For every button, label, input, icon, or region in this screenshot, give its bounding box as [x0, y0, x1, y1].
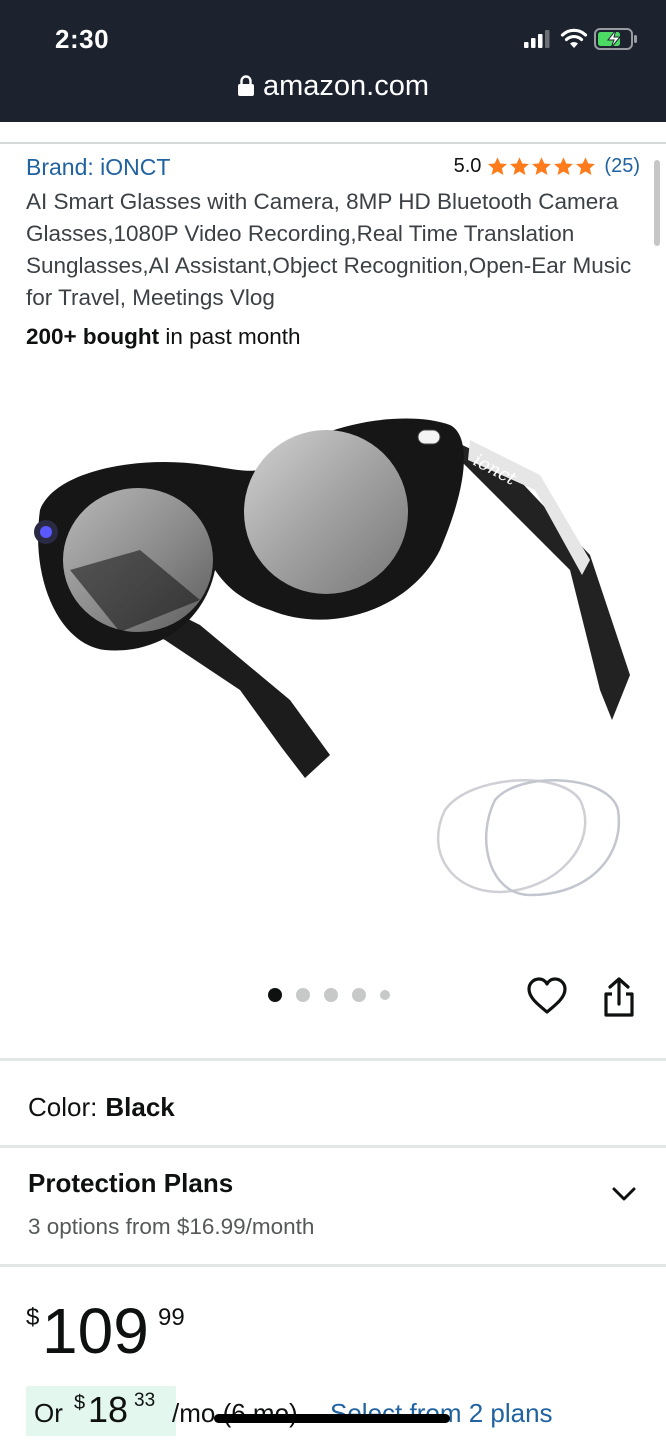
image-carousel-dots[interactable]	[268, 988, 390, 1002]
star-icon	[532, 157, 552, 175]
price-symbol: $	[26, 1304, 40, 1331]
star-icon	[554, 157, 574, 175]
product-title: AI Smart Glasses with Camera, 8MP HD Blu…	[26, 189, 632, 310]
heart-icon[interactable]	[526, 976, 568, 1016]
color-value: Black	[105, 1092, 175, 1122]
section-divider	[0, 1058, 666, 1061]
address-bar[interactable]: amazon.com	[0, 70, 666, 103]
product-image[interactable]: ionct	[0, 370, 666, 970]
header-divider	[0, 142, 666, 144]
carousel-dot[interactable]	[352, 988, 366, 1002]
browser-status-bar: 2:30 amazon.com	[0, 0, 666, 122]
section-divider	[0, 1145, 666, 1148]
protection-plans-subtitle: 3 options from $16.99/month	[28, 1214, 315, 1239]
star-rating	[487, 156, 596, 177]
wifi-icon	[560, 28, 588, 48]
star-icon	[510, 157, 530, 175]
signal-icon	[524, 30, 550, 48]
carousel-dot[interactable]	[268, 988, 282, 1002]
monthly-fraction: 33	[134, 1390, 156, 1411]
color-label: Color:	[28, 1092, 98, 1122]
monthly-payment-row: Or $ 18 33 /mo (6 mo) Select from 2 plan…	[26, 1386, 626, 1436]
monthly-symbol: $	[74, 1392, 86, 1414]
price-fraction: 99	[158, 1304, 185, 1331]
chevron-down-icon[interactable]	[610, 1180, 638, 1208]
review-count-link[interactable]: (25)	[604, 155, 640, 178]
url-text: amazon.com	[262, 70, 429, 102]
rating-value: 5.0	[453, 155, 482, 177]
price-whole: 109	[42, 1295, 149, 1367]
star-icon	[576, 157, 596, 175]
battery-charging-icon	[594, 28, 637, 50]
carousel-dot[interactable]	[324, 988, 338, 1002]
star-icon	[488, 157, 508, 175]
protection-plans-title[interactable]: Protection Plans	[28, 1168, 233, 1199]
home-indicator[interactable]	[214, 1414, 450, 1423]
status-time: 2:30	[55, 24, 110, 54]
color-selector[interactable]: Color: Black	[28, 1092, 175, 1123]
share-icon[interactable]	[602, 976, 636, 1018]
scrollbar[interactable]	[654, 160, 660, 246]
carousel-dot[interactable]	[296, 988, 310, 1002]
section-divider	[0, 1264, 666, 1267]
rating-row[interactable]: 5.0 (25)	[454, 155, 640, 178]
monthly-or: Or	[34, 1398, 63, 1428]
bought-count-bold: 200+ bought	[26, 324, 160, 349]
lock-icon	[237, 75, 254, 96]
brand-link[interactable]: Brand: iONCT	[26, 154, 170, 181]
carousel-dot[interactable]	[380, 990, 390, 1000]
monthly-whole: 18	[88, 1389, 129, 1430]
bought-count-rest: in past month	[159, 324, 301, 349]
bought-count: 200+ bought in past month	[26, 324, 300, 350]
